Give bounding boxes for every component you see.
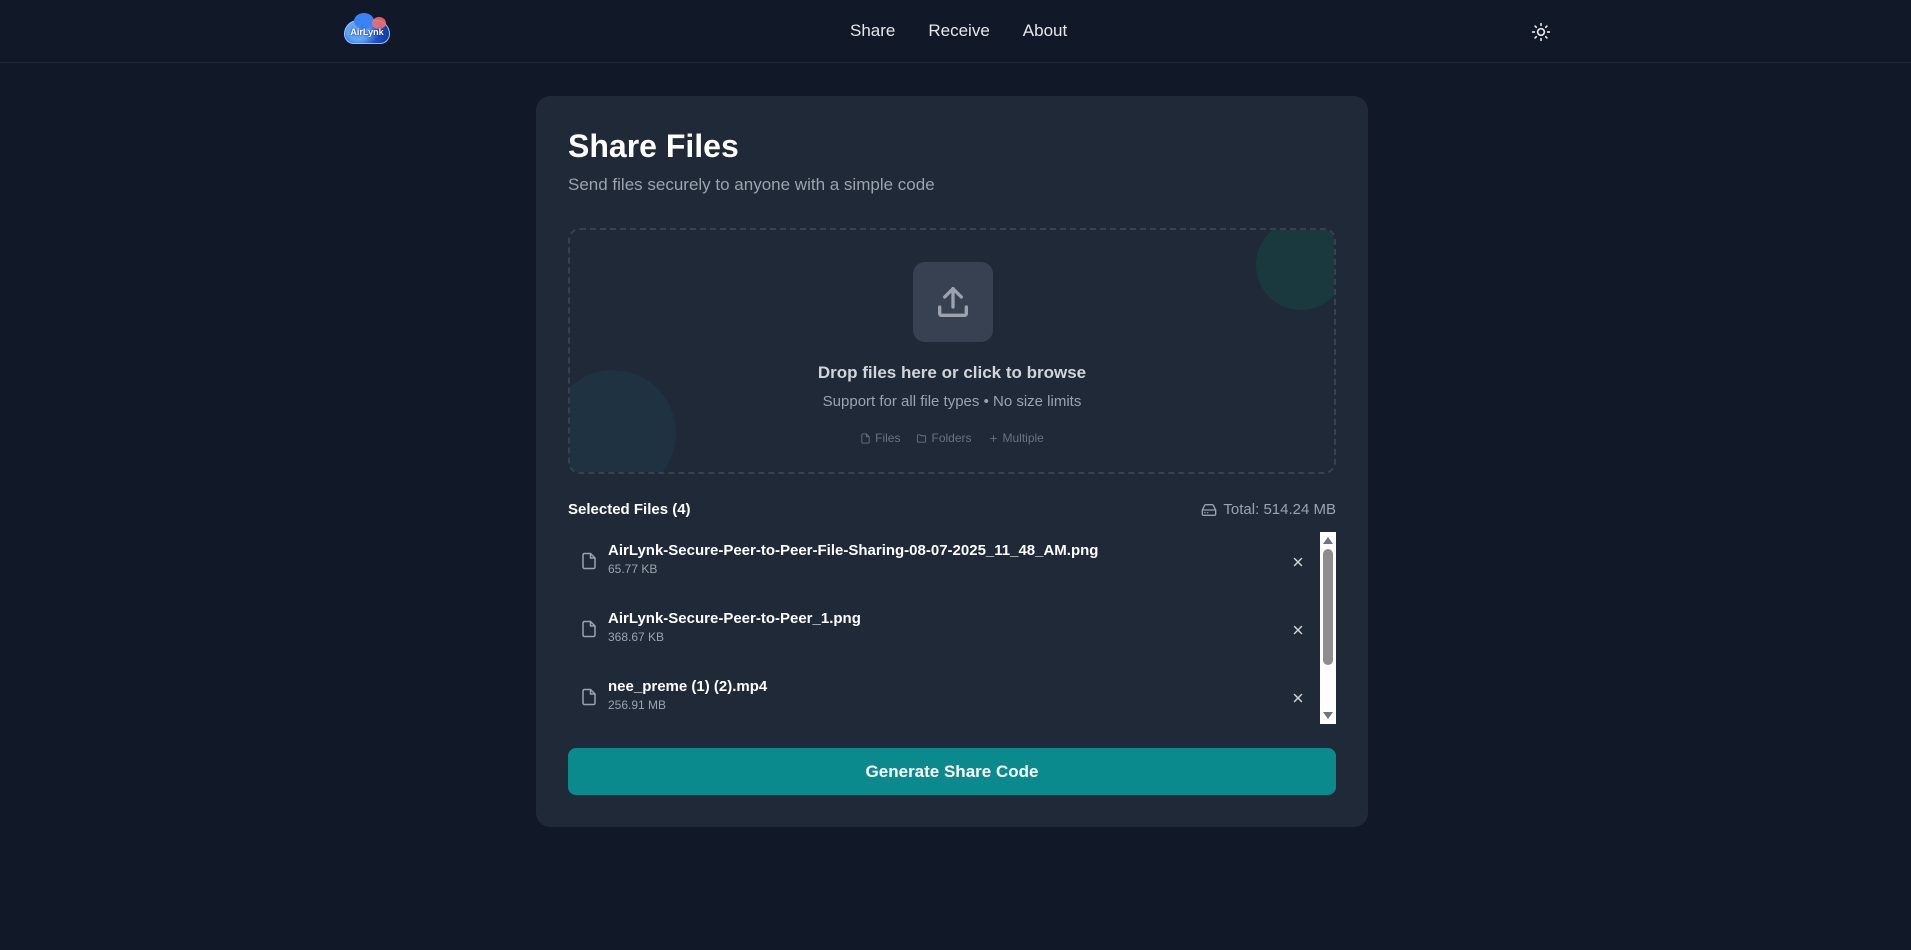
- selected-files-title: Selected Files (4): [568, 501, 691, 518]
- scrollbar-thumb[interactable]: [1323, 549, 1333, 665]
- total-size: Total: 514.24 MB: [1201, 501, 1336, 518]
- hint-files: Files: [860, 431, 900, 445]
- airlynk-logo[interactable]: AirLynk: [344, 13, 390, 47]
- file-icon: [582, 688, 596, 706]
- remove-file-button[interactable]: [1288, 552, 1308, 572]
- decorative-circle: [1256, 230, 1334, 310]
- scroll-down-arrow-icon[interactable]: [1323, 712, 1333, 719]
- hint-folders: Folders: [916, 431, 972, 445]
- generate-share-code-button[interactable]: Generate Share Code: [568, 748, 1336, 795]
- close-icon: [1293, 557, 1303, 567]
- page-subtitle: Send files securely to anyone with a sim…: [568, 175, 935, 194]
- file-list-item: AirLynk-Secure-Peer-to-Peer-File-Sharing…: [568, 532, 1316, 592]
- file-size: 65.77 KB: [608, 562, 658, 576]
- file-dropzone[interactable]: Drop files here or click to browse Suppo…: [568, 228, 1336, 474]
- file-name: AirLynk-Secure-Peer-to-Peer_1.png: [608, 610, 861, 627]
- file-list-item: nee_preme (1) (2).mp4 256.91 MB: [568, 668, 1316, 722]
- hint-label: Multiple: [1002, 431, 1044, 445]
- logo-text: AirLynk: [350, 27, 384, 37]
- dropzone-hints: Files Folders Multiple: [570, 431, 1334, 445]
- hard-drive-icon: [1202, 503, 1217, 516]
- file-icon: [861, 432, 870, 444]
- share-card: Share Files Send files securely to anyon…: [536, 96, 1368, 827]
- upload-icon-box: [913, 262, 993, 342]
- folder-icon: [917, 433, 927, 443]
- sun-icon: [1531, 22, 1551, 42]
- remove-file-button[interactable]: [1288, 620, 1308, 640]
- file-icon: [582, 620, 596, 638]
- remove-file-button[interactable]: [1288, 688, 1308, 708]
- file-size: 256.91 MB: [608, 698, 667, 712]
- dropzone-title: Drop files here or click to browse: [817, 363, 1087, 382]
- upload-icon: [938, 287, 968, 317]
- selected-file-list[interactable]: AirLynk-Secure-Peer-to-Peer-File-Sharing…: [568, 532, 1336, 722]
- file-list-scrollbar[interactable]: [1320, 532, 1336, 724]
- hint-multiple: Multiple: [988, 431, 1044, 445]
- close-icon: [1293, 693, 1303, 703]
- hint-label: Files: [875, 431, 901, 445]
- file-size: 368.67 KB: [608, 630, 665, 644]
- main-nav: Share Receive About: [850, 21, 1067, 41]
- hint-label: Folders: [931, 431, 972, 445]
- file-icon: [582, 552, 596, 570]
- close-icon: [1293, 625, 1303, 635]
- dropzone-subtitle: Support for all file types • No size lim…: [822, 393, 1082, 410]
- nav-receive[interactable]: Receive: [928, 21, 989, 41]
- theme-toggle-button[interactable]: [1530, 21, 1552, 43]
- nav-about[interactable]: About: [1023, 21, 1067, 41]
- total-size-label: Total: 514.24 MB: [1223, 501, 1336, 518]
- file-list-item: AirLynk-Secure-Peer-to-Peer_1.png 368.67…: [568, 600, 1316, 660]
- page-title: Share Files: [568, 128, 739, 164]
- plus-icon: [989, 434, 997, 442]
- file-name: AirLynk-Secure-Peer-to-Peer-File-Sharing…: [608, 542, 1099, 559]
- decorative-circle: [570, 370, 676, 472]
- scroll-up-arrow-icon[interactable]: [1323, 537, 1333, 544]
- nav-share[interactable]: Share: [850, 21, 895, 41]
- top-navbar: AirLynk Share Receive About: [0, 0, 1911, 63]
- file-name: nee_preme (1) (2).mp4: [608, 678, 768, 695]
